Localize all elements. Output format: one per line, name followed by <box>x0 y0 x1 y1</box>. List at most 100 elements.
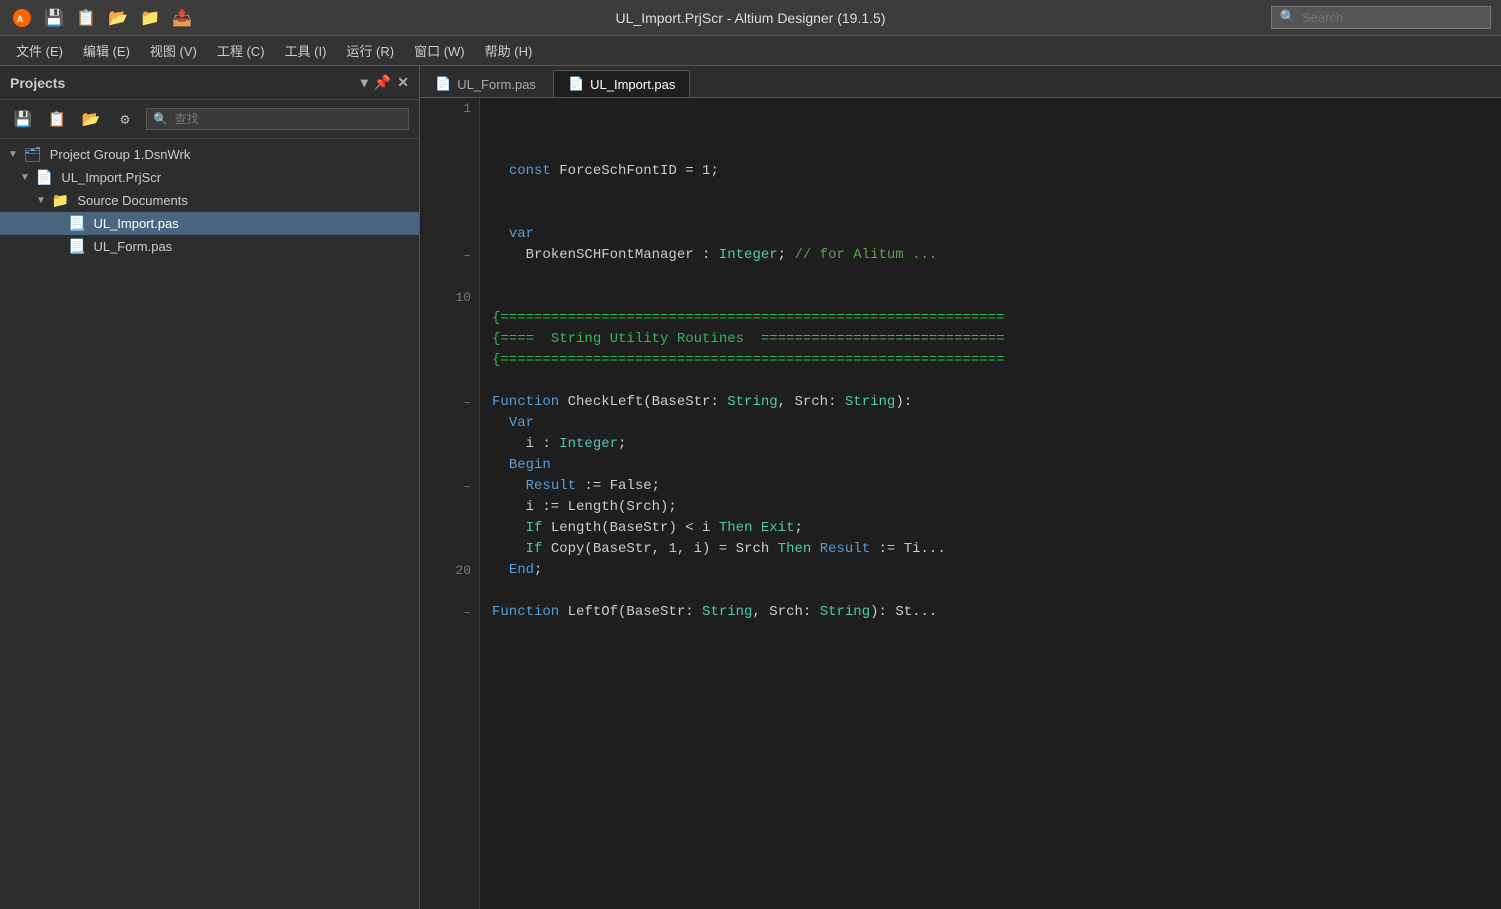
gutter-line <box>428 119 471 140</box>
gutter-line <box>428 350 471 371</box>
open-folder-icon[interactable]: 📂 <box>106 6 130 30</box>
project-file-icon: 📄 <box>36 169 53 186</box>
tab-label: UL_Form.pas <box>457 77 536 92</box>
collapse-icon[interactable]: – <box>463 605 471 620</box>
project-icon[interactable]: 📁 <box>138 6 162 30</box>
tree-item-3[interactable]: 📃 UL_Import.pas <box>0 212 419 235</box>
copy-icon[interactable]: 📋 <box>74 6 98 30</box>
menu-help[interactable]: 帮助 (H) <box>477 37 541 64</box>
sidebar-header-icons: ▾ 📌 ✕ <box>361 74 409 91</box>
gutter-line <box>428 329 471 350</box>
gutter-line <box>428 413 471 434</box>
open-project-icon[interactable]: 📂 <box>78 106 104 132</box>
gutter-line <box>428 581 471 602</box>
search-bar[interactable]: 🔍 <box>1271 6 1491 29</box>
gutter-line <box>428 140 471 161</box>
tree-item-label: Project Group 1.DsnWrk <box>50 147 191 162</box>
code-line <box>492 581 1501 602</box>
tree-item-label: UL_Import.pas <box>93 216 178 231</box>
code-line: {=======================================… <box>492 350 1501 371</box>
sidebar-search-input[interactable] <box>153 112 402 126</box>
sidebar: Projects ▾ 📌 ✕ 💾 📋 📂 ⚙ ▼ 🗂 Project Group 1… <box>0 66 420 909</box>
gutter-line: 20 <box>428 560 471 581</box>
gutter-line: – <box>428 602 471 623</box>
line-gutter: 1 – 10 – – 20 – <box>420 98 480 909</box>
altium-logo-icon: A <box>10 6 34 30</box>
code-line <box>492 266 1501 287</box>
gutter-line <box>428 497 471 518</box>
gutter-line: 10 <box>428 287 471 308</box>
menu-tools[interactable]: 工具 (I) <box>277 37 335 64</box>
sidebar-close-icon[interactable]: ✕ <box>397 74 409 91</box>
save-project-icon[interactable]: 💾 <box>10 106 36 132</box>
collapse-icon[interactable]: – <box>463 248 471 263</box>
code-line: If Length(BaseStr) < i Then Exit; <box>492 518 1501 539</box>
gutter-line: – <box>428 476 471 497</box>
code-line: End; <box>492 560 1501 581</box>
tree-arrow: ▼ <box>36 195 46 206</box>
sidebar-dock-icon[interactable]: 📌 <box>374 74 391 91</box>
sidebar-pin-icon[interactable]: ▾ <box>361 74 368 91</box>
tree-item-label: UL_Import.PrjScr <box>61 170 161 185</box>
tree-item-4[interactable]: 📃 UL_Form.pas <box>0 235 419 258</box>
code-lines: const ForceSchFontID = 1; var BrokenSCHF… <box>480 98 1501 909</box>
code-line <box>492 119 1501 140</box>
menu-file[interactable]: 文件 (E) <box>8 37 71 64</box>
sidebar-title: Projects <box>10 75 65 91</box>
settings-icon[interactable]: ⚙ <box>112 106 138 132</box>
sidebar-header: Projects ▾ 📌 ✕ <box>0 66 419 100</box>
gutter-line <box>428 518 471 539</box>
gutter-line <box>428 371 471 392</box>
code-line: Function LeftOf(BaseStr: String, Srch: S… <box>492 602 1501 623</box>
titlebar-left: A 💾 📋 📂 📁 📤 <box>10 6 194 30</box>
tree-item-1[interactable]: ▼📄UL_Import.PrjScr <box>0 166 419 189</box>
sidebar-toolbar: 💾 📋 📂 ⚙ <box>0 100 419 139</box>
gutter-line <box>428 182 471 203</box>
menu-project[interactable]: 工程 (C) <box>209 37 273 64</box>
code-line: If Copy(BaseStr, 1, i) = Srch Then Resul… <box>492 539 1501 560</box>
menu-run[interactable]: 运行 (R) <box>338 37 402 64</box>
gutter-line <box>428 266 471 287</box>
code-line: i : Integer; <box>492 434 1501 455</box>
menu-view[interactable]: 视图 (V) <box>142 37 205 64</box>
collapse-icon[interactable]: – <box>463 479 471 494</box>
code-line: Result := False; <box>492 476 1501 497</box>
tree-item-2[interactable]: ▼📁Source Documents <box>0 189 419 212</box>
menubar: 文件 (E) 编辑 (E) 视图 (V) 工程 (C) 工具 (I) 运行 (R… <box>0 36 1501 66</box>
tree-item-0[interactable]: ▼ 🗂 Project Group 1.DsnWrk <box>0 143 419 166</box>
tab-bar: 📄UL_Form.pas📄UL_Import.pas <box>420 66 1501 98</box>
code-line <box>492 287 1501 308</box>
menu-window[interactable]: 窗口 (W) <box>406 37 473 64</box>
app-title: UL_Import.PrjScr - Altium Designer (19.1… <box>616 10 886 26</box>
gutter-line: – <box>428 392 471 413</box>
collapse-icon[interactable]: – <box>463 395 471 410</box>
file-icon: 📃 <box>68 238 85 255</box>
tab-0[interactable]: 📄UL_Form.pas <box>420 70 551 97</box>
sidebar-search[interactable] <box>146 108 409 130</box>
gutter-line: – <box>428 245 471 266</box>
gutter-line <box>428 224 471 245</box>
gutter-line: 1 <box>428 98 471 119</box>
search-input[interactable] <box>1302 10 1482 25</box>
code-line: Function CheckLeft(BaseStr: String, Srch… <box>492 392 1501 413</box>
copy-project-icon[interactable]: 📋 <box>44 106 70 132</box>
gutter-line <box>428 539 471 560</box>
titlebar: A 💾 📋 📂 📁 📤 UL_Import.PrjScr - Altium De… <box>0 0 1501 36</box>
save-icon[interactable]: 💾 <box>42 6 66 30</box>
code-line <box>492 140 1501 161</box>
tree-arrow: ▼ <box>8 149 18 160</box>
code-line: const ForceSchFontID = 1; <box>492 161 1501 182</box>
gutter-line <box>428 161 471 182</box>
gutter-line <box>428 434 471 455</box>
tree-item-label: UL_Form.pas <box>93 239 172 254</box>
group-icon: 🗂 <box>24 146 42 163</box>
code-line: i := Length(Srch); <box>492 497 1501 518</box>
code-editor[interactable]: 1 – 10 – – 20 – const ForceSchFontID = 1; var … <box>420 98 1501 909</box>
code-line: Begin <box>492 455 1501 476</box>
code-line <box>492 203 1501 224</box>
menu-edit[interactable]: 编辑 (E) <box>75 37 138 64</box>
upload-icon[interactable]: 📤 <box>170 6 194 30</box>
tab-1[interactable]: 📄UL_Import.pas <box>553 70 690 97</box>
code-line: var <box>492 224 1501 245</box>
file-icon: 📃 <box>68 215 85 232</box>
